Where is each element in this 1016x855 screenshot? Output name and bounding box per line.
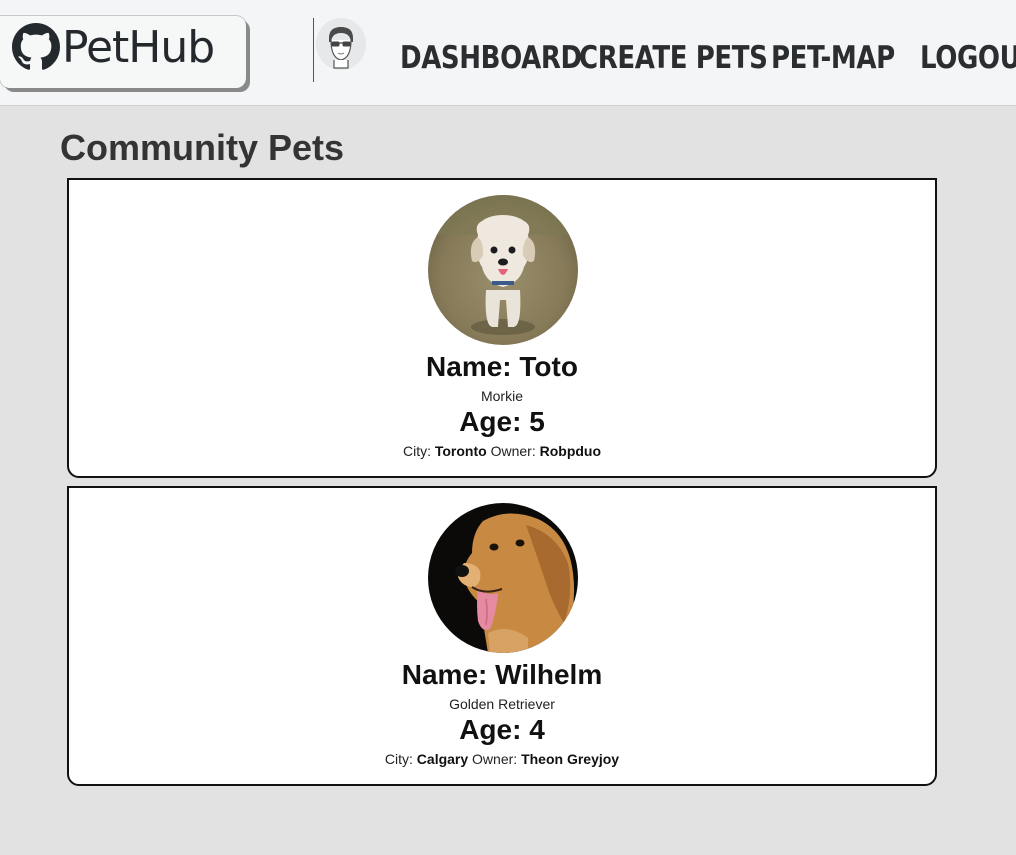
pet-city: Calgary (416, 751, 469, 767)
nav-dashboard-link[interactable]: DASHBOARD (400, 38, 582, 78)
pet-meta: City: Calgary Owner: Theon Greyjoy (69, 750, 935, 768)
nav-divider (313, 18, 314, 82)
pet-city: Toronto (434, 443, 487, 459)
pet-name: Name: Wilhelm (401, 659, 603, 690)
city-label: City: (384, 751, 413, 767)
pet-photo (428, 195, 578, 345)
pet-owner: Robpduo (539, 443, 602, 459)
pethub-logo[interactable]: PetHub (0, 16, 246, 88)
nav-logout-link[interactable]: LOGOUT (920, 38, 1016, 78)
pet-meta: City: Toronto Owner: Robpduo (69, 442, 935, 460)
pet-age: Age: 5 (459, 406, 545, 437)
pet-breed: Morkie (480, 388, 523, 404)
pet-card: Name: Wilhelm Golden Retriever Age: 4 Ci… (67, 486, 937, 786)
pet-owner: Theon Greyjoy (521, 751, 620, 767)
user-avatar[interactable] (316, 18, 366, 70)
github-octocat-icon (12, 23, 60, 70)
nav-create-pets-link[interactable]: CREATE PETS (579, 38, 768, 78)
page-title: Community Pets (60, 127, 345, 168)
owner-label: Owner: (472, 751, 518, 767)
logo-text: PetHub (62, 22, 215, 73)
nav-pet-map-link[interactable]: PET-MAP (771, 38, 895, 78)
pet-breed: Golden Retriever (449, 696, 555, 712)
user-sunglasses-avatar-icon (316, 19, 366, 69)
city-label: City: (402, 443, 431, 459)
pet-card: Name: Toto Morkie Age: 5 City: Toronto O… (67, 178, 937, 478)
top-navbar: PetHub DASHBOARD CREATE PETS PET-MAP LOG… (0, 0, 1016, 106)
pet-age: Age: 4 (459, 714, 545, 745)
owner-label: Owner: (490, 443, 536, 459)
golden-retriever-portrait-photo (428, 503, 578, 653)
small-fluffy-dog-on-grass-photo (428, 195, 578, 345)
pet-name: Name: Toto (426, 351, 578, 382)
pet-photo (428, 503, 578, 653)
